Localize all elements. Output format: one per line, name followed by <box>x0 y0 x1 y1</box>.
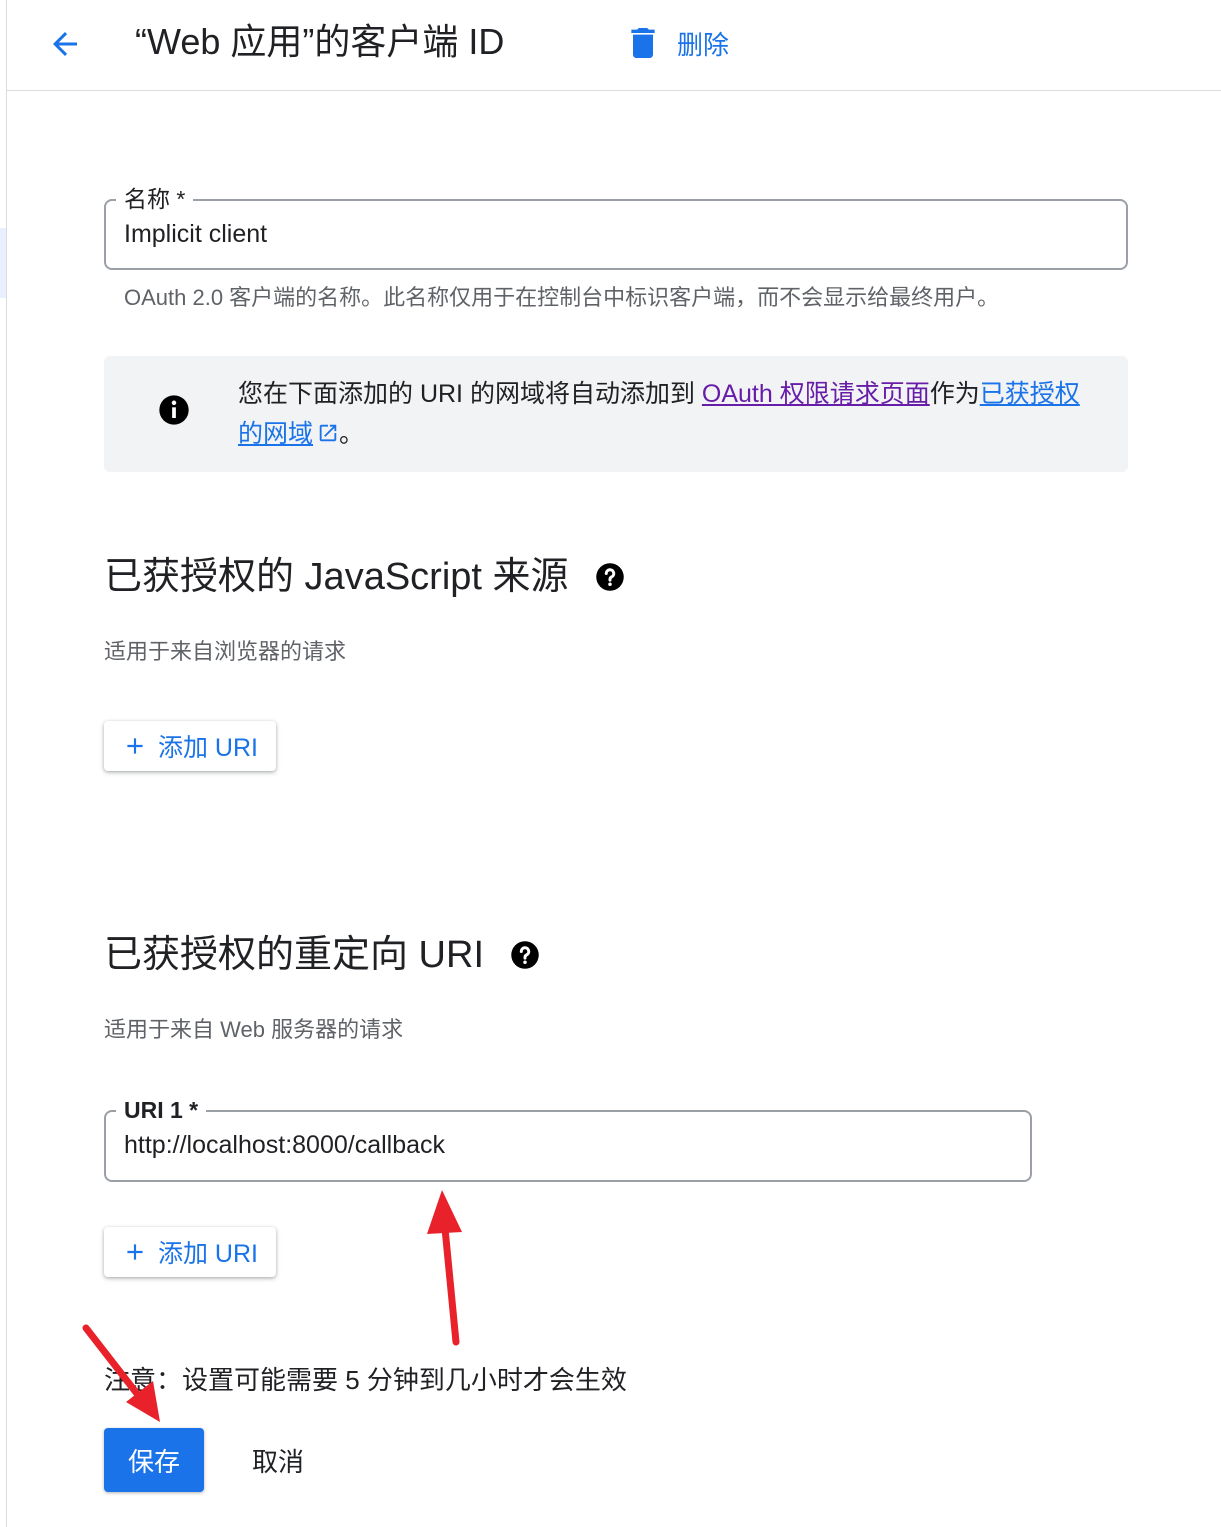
redirect-uris-subtitle: 适用于来自 Web 服务器的请求 <box>104 1017 404 1042</box>
trash-icon <box>631 28 655 58</box>
info-text-after: 。 <box>339 420 365 448</box>
annotation-arrow-up <box>440 1214 460 1346</box>
name-field-hint: OAuth 2.0 客户端的名称。此名称仅用于在控制台中标识客户端，而不会显示给… <box>124 285 1000 310</box>
info-text-middle: 作为 <box>929 380 980 408</box>
add-js-origin-label: 添加 URI <box>157 734 258 762</box>
cancel-button[interactable]: 取消 <box>234 1428 322 1492</box>
open-in-new-icon <box>319 424 337 442</box>
name-field-value: Implicit client <box>124 220 268 248</box>
nav-rail-highlight <box>0 228 6 298</box>
info-text-before: 您在下面添加的 URI 的网域将自动添加到 <box>238 380 702 408</box>
left-divider <box>6 0 7 1527</box>
help-icon[interactable] <box>595 562 625 592</box>
delete-label: 删除 <box>677 29 730 60</box>
plus-icon <box>127 738 143 754</box>
add-redirect-uri-button[interactable]: 添加 URI <box>104 1227 276 1277</box>
info-icon <box>159 395 189 425</box>
plus-icon <box>127 1244 143 1260</box>
oauth-consent-link[interactable]: OAuth 权限请求页面 <box>702 380 930 408</box>
redirect-uri-1-value: http://localhost:8000/callback <box>124 1131 446 1159</box>
annotation-arrowhead-up <box>427 1190 462 1234</box>
info-text: 您在下面添加的 URI 的网域将自动添加到 OAuth 权限请求页面作为已获授权… <box>238 374 1098 454</box>
save-button[interactable]: 保存 <box>104 1428 204 1492</box>
help-icon[interactable] <box>510 940 540 970</box>
js-origins-heading: 已获授权的 JavaScript 来源 <box>104 553 625 601</box>
add-redirect-uri-label: 添加 URI <box>157 1240 258 1268</box>
redirect-uris-heading: 已获授权的重定向 URI <box>104 931 540 979</box>
redirect-uris-title: 已获授权的重定向 URI <box>104 934 485 976</box>
page-title: “Web 应用”的客户端 ID <box>135 21 505 62</box>
back-button[interactable] <box>43 22 87 66</box>
info-banner: 您在下面添加的 URI 的网域将自动添加到 OAuth 权限请求页面作为已获授权… <box>104 356 1128 472</box>
arrow-back-icon <box>53 32 77 56</box>
delete-button[interactable]: 删除 <box>623 20 729 66</box>
js-origins-title: 已获授权的 JavaScript 来源 <box>104 556 569 598</box>
redirect-uri-1-label: URI 1 * <box>116 1095 207 1125</box>
name-field-label: 名称 * <box>116 184 194 214</box>
add-js-origin-button[interactable]: 添加 URI <box>104 721 276 771</box>
js-origins-subtitle: 适用于来自浏览器的请求 <box>104 639 347 664</box>
settings-note: 注意：设置可能需要 5 分钟到几小时才会生效 <box>104 1365 627 1395</box>
page-header: “Web 应用”的客户端 ID 删除 <box>7 0 1221 91</box>
redirect-uri-1-field[interactable]: URI 1 * http://localhost:8000/callback <box>104 1095 1032 1182</box>
name-field[interactable]: 名称 * Implicit client <box>104 184 1128 270</box>
